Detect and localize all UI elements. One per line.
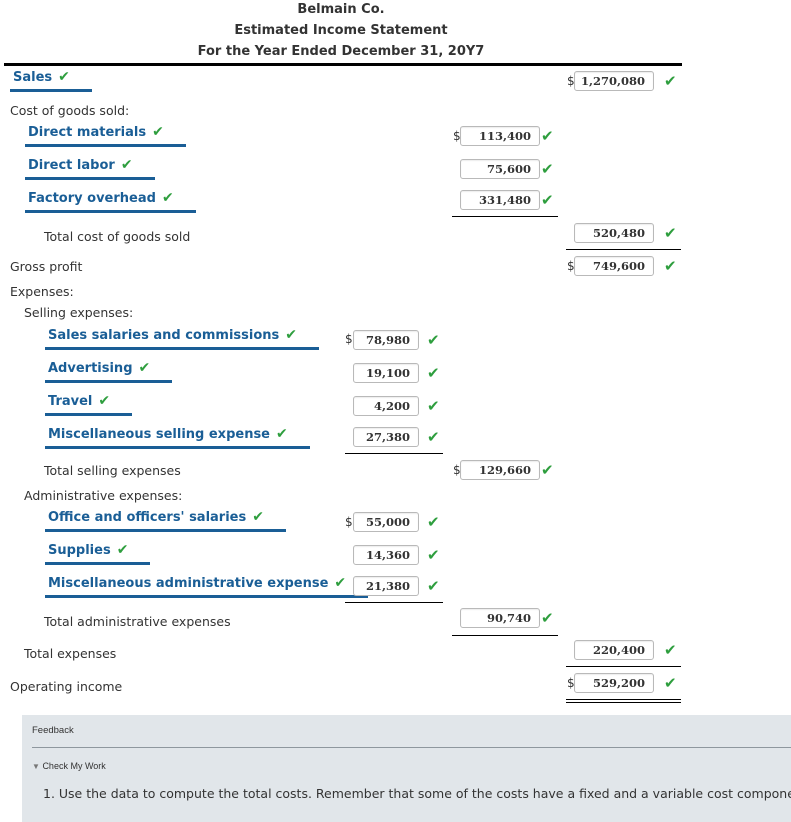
check-icon: ✔ [276,426,288,442]
direct-materials-account-select[interactable]: Direct materials ✔ [25,124,186,147]
statement-title: Estimated Income Statement [234,23,448,38]
check-icon: ✔ [427,428,440,446]
check-icon: ✔ [427,364,440,382]
office-salaries-amount-input[interactable]: 55,000 [353,512,419,532]
check-icon: ✔ [98,393,111,409]
expenses-heading: Expenses: [10,284,74,299]
collapse-triangle-icon: ▼ [32,762,40,771]
misc-selling-amount-input[interactable]: 27,380 [353,427,419,447]
travel-amount-input[interactable]: 4,200 [353,396,419,416]
check-icon: ✔ [161,190,174,206]
factory-overhead-account-select[interactable]: Factory overhead ✔ [25,190,196,213]
check-icon: ✔ [541,461,554,479]
total-selling-amount-input[interactable]: 129,660 [460,460,540,480]
selling-expenses-heading: Selling expenses: [24,305,134,320]
check-icon: ✔ [334,575,347,591]
direct-labor-amount-input[interactable]: 75,600 [460,159,540,179]
check-icon: ✔ [427,397,440,415]
total-cogs-label: Total cost of goods sold [44,229,191,244]
misc-admin-account-select[interactable]: Miscellaneous administrative expense ✔ [45,575,369,598]
dollar-sign: $ [345,332,353,346]
travel-account-select[interactable]: Travel ✔ [45,393,133,416]
sales-salaries-account-select[interactable]: Sales salaries and commissions ✔ [45,327,319,350]
dollar-sign: $ [345,515,353,529]
feedback-divider [32,747,791,748]
sales-salaries-amount-input[interactable]: 78,980 [353,330,419,350]
factory-overhead-amount-input[interactable]: 331,480 [460,190,540,210]
advertising-account-select[interactable]: Advertising ✔ [45,360,173,383]
check-icon: ✔ [664,257,677,275]
statement-period: For the Year Ended December 31, 20Y7 [197,44,485,59]
check-icon: ✔ [152,124,164,140]
check-icon: ✔ [541,609,554,627]
direct-materials-amount-input[interactable]: 113,400 [460,126,540,146]
header-rule [4,63,682,66]
feedback-panel: Feedback ▼ Check My Work 1. Use the data… [22,715,791,822]
subtotal-rule [345,602,443,603]
check-my-work-toggle[interactable]: ▼ Check My Work [32,761,106,771]
check-icon: ✔ [285,327,297,343]
misc-admin-amount-input[interactable]: 21,380 [353,576,419,596]
check-icon: ✔ [427,513,440,531]
total-expenses-amount-input[interactable]: 220,400 [574,640,654,660]
gross-profit-label: Gross profit [10,259,83,274]
feedback-title: Feedback [32,725,74,736]
check-icon: ✔ [427,546,440,564]
gross-profit-amount-input[interactable]: 749,600 [574,256,654,276]
check-icon: ✔ [138,360,151,376]
sales-account-select[interactable]: Sales ✔ [10,69,92,92]
supplies-account-select[interactable]: Supplies ✔ [45,542,151,565]
subtotal-rule [452,216,558,217]
check-icon: ✔ [541,191,554,209]
check-icon: ✔ [427,331,440,349]
check-icon: ✔ [541,160,554,178]
subtotal-rule [452,635,558,636]
check-icon: ✔ [120,157,133,173]
check-icon: ✔ [427,577,440,595]
check-icon: ✔ [664,641,677,659]
subtotal-rule [345,453,443,454]
total-selling-label: Total selling expenses [44,463,181,478]
check-icon: ✔ [252,509,264,525]
operating-income-label: Operating income [10,679,123,694]
check-icon: ✔ [58,69,70,85]
sales-amount-input[interactable]: 1,270,080 [574,71,654,91]
cogs-heading: Cost of goods sold: [10,103,130,118]
subtotal-rule [566,249,681,250]
check-icon: ✔ [664,72,677,90]
administrative-expenses-heading: Administrative expenses: [24,488,183,503]
double-rule-top [566,699,681,700]
advertising-amount-input[interactable]: 19,100 [353,363,419,383]
total-admin-amount-input[interactable]: 90,740 [460,608,540,628]
company-name: Belmain Co. [297,2,385,17]
check-icon: ✔ [664,674,677,692]
subtotal-rule [566,666,681,667]
direct-labor-account-select[interactable]: Direct labor ✔ [25,157,155,180]
total-expenses-label: Total expenses [24,646,117,661]
total-admin-label: Total administrative expenses [44,614,231,629]
check-icon: ✔ [116,542,129,558]
check-my-work-label: Check My Work [42,761,106,771]
operating-income-amount-input[interactable]: 529,200 [574,673,654,693]
total-cogs-amount-input[interactable]: 520,480 [574,223,654,243]
double-rule-bottom [566,702,681,703]
check-icon: ✔ [541,127,554,145]
supplies-amount-input[interactable]: 14,360 [353,545,419,565]
misc-selling-account-select[interactable]: Miscellaneous selling expense ✔ [45,426,310,449]
office-salaries-account-select[interactable]: Office and officers' salaries ✔ [45,509,286,532]
feedback-hint-text: 1. Use the data to compute the total cos… [43,786,791,801]
check-icon: ✔ [664,224,677,242]
